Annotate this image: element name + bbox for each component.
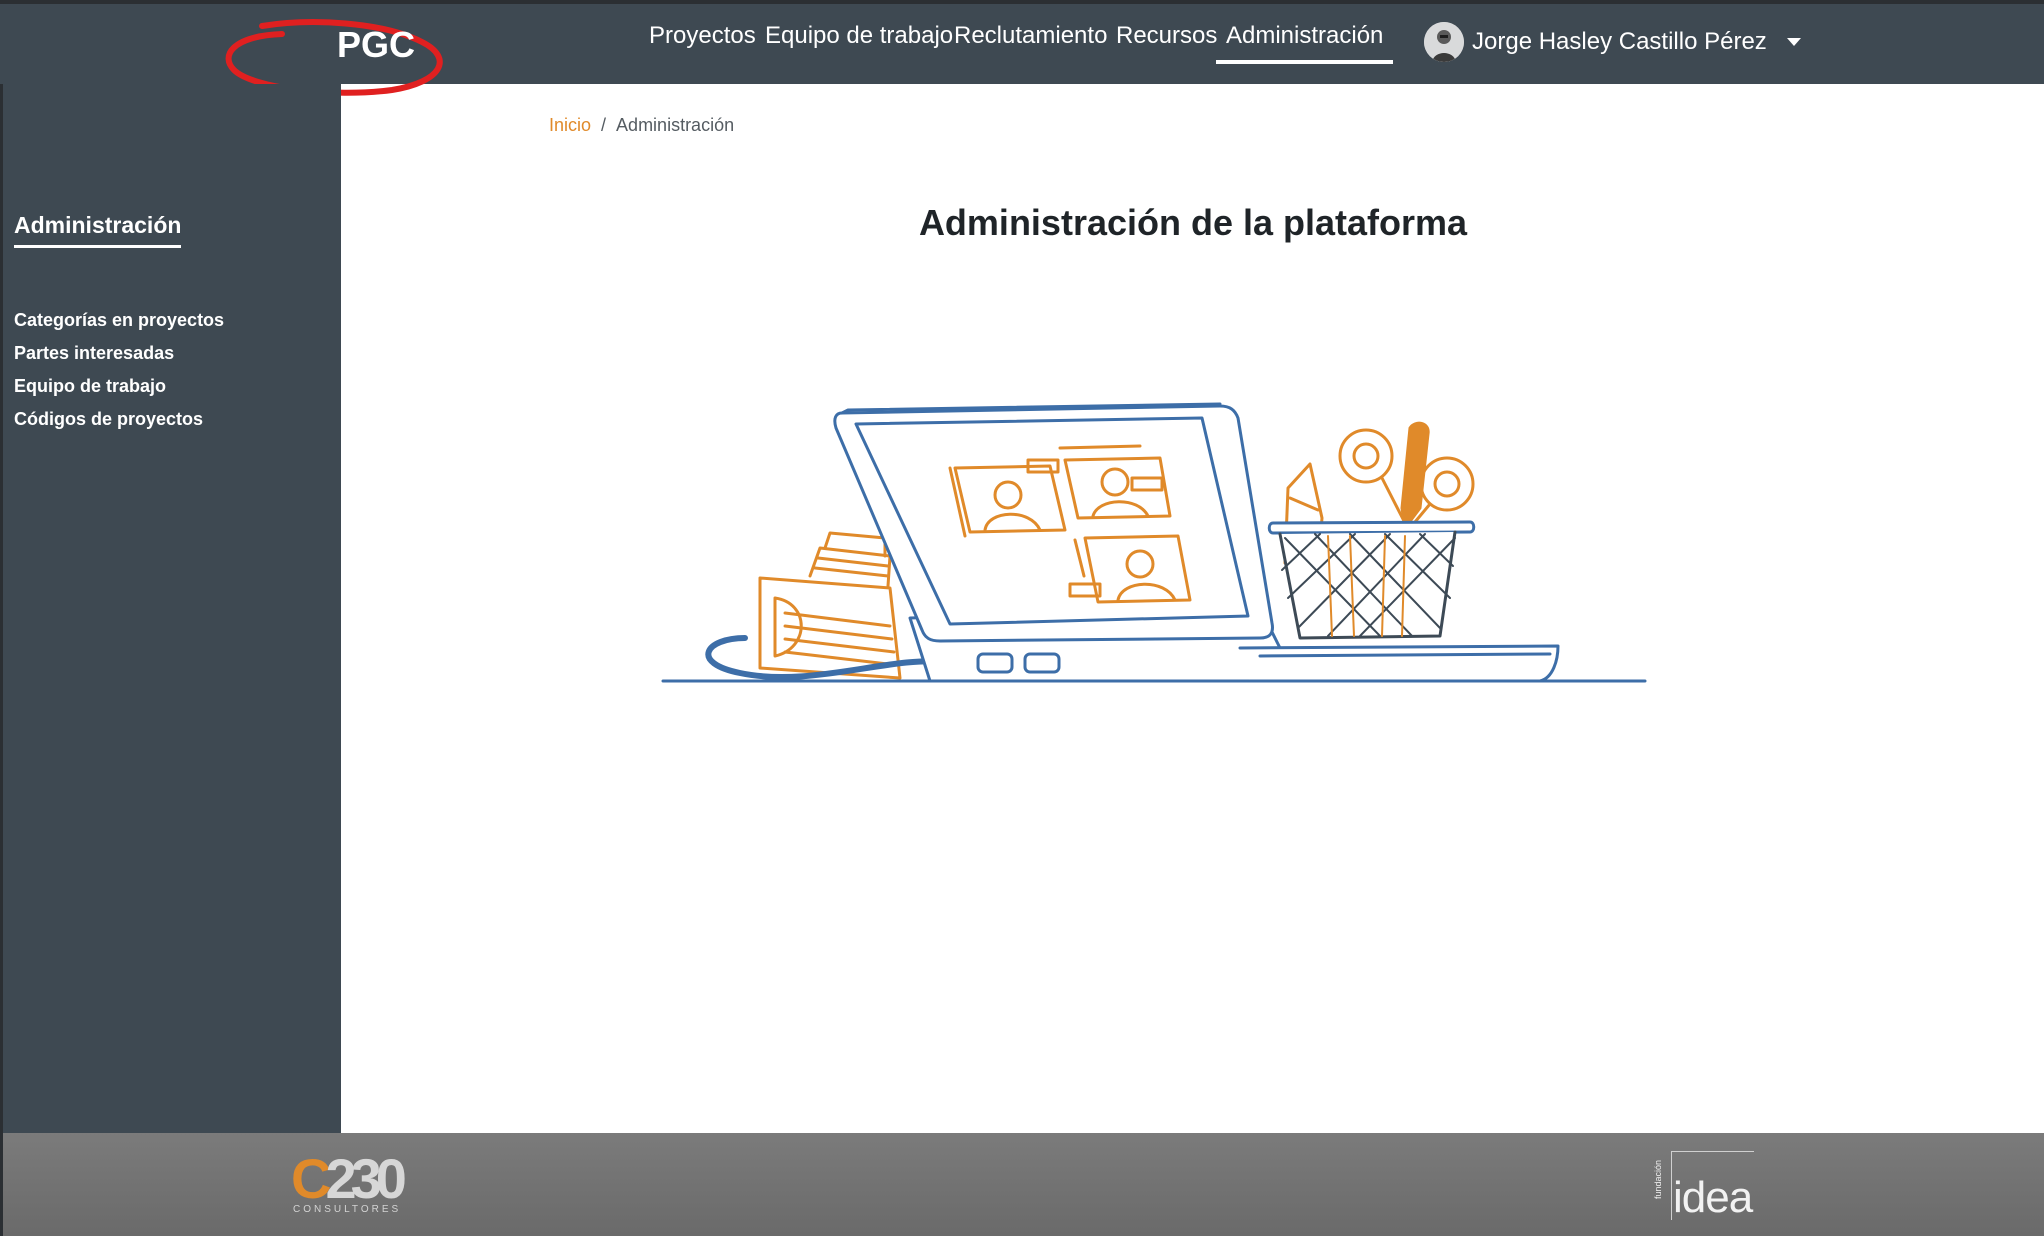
sidebar-item-categorias[interactable]: Categorías en proyectos: [14, 304, 224, 337]
user-name: Jorge Hasley Castillo Pérez: [1472, 28, 1767, 55]
c230-logo-subtitle: CONSULTORES: [293, 1204, 402, 1215]
c230-logo[interactable]: C230 CONSULTORES: [291, 1147, 407, 1216]
sidebar-item-partes-interesadas[interactable]: Partes interesadas: [14, 337, 224, 370]
nav-administracion[interactable]: Administración: [1215, 22, 1394, 64]
breadcrumb: Inicio / Administración: [549, 115, 734, 136]
sidebar-title: Administración: [14, 212, 182, 248]
laptop-illustration: [661, 402, 1647, 683]
idea-logo-word: idea: [1673, 1173, 1753, 1222]
avatar-icon: [1424, 22, 1464, 62]
avatar: [1424, 22, 1464, 62]
idea-logo-vertical: fundación: [1653, 1159, 1663, 1199]
nav-recursos[interactable]: Recursos: [1116, 22, 1217, 50]
idea-logo[interactable]: fundación idea: [1653, 1151, 1759, 1222]
c230-logo-mark: C230: [291, 1147, 407, 1210]
breadcrumb-separator: /: [601, 115, 607, 135]
user-menu[interactable]: Jorge Hasley Castillo Pérez: [1424, 18, 1801, 66]
sidebar-item-codigos-de-proyectos[interactable]: Códigos de proyectos: [14, 403, 224, 436]
brand-logo[interactable]: PGC: [337, 24, 415, 66]
top-navbar: PGC Proyectos Equipo de trabajo Reclutam…: [0, 4, 2044, 96]
chevron-down-icon: [1786, 38, 1801, 46]
footer: C230 CONSULTORES fundación idea: [3, 1133, 2044, 1236]
sidebar-item-equipo-de-trabajo[interactable]: Equipo de trabajo: [14, 370, 224, 403]
breadcrumb-home-link[interactable]: Inicio: [549, 115, 591, 135]
page-title: Administración de la plataforma: [918, 202, 1468, 244]
breadcrumb-current: Administración: [616, 115, 735, 135]
nav-equipo-de-trabajo[interactable]: Equipo de trabajo: [765, 22, 953, 50]
nav-reclutamiento[interactable]: Reclutamiento: [954, 22, 1107, 50]
sidebar-menu: Categorías en proyectos Partes interesad…: [14, 304, 224, 436]
nav-proyectos[interactable]: Proyectos: [649, 22, 756, 50]
sidebar: Administración Categorías en proyectos P…: [3, 84, 341, 1134]
